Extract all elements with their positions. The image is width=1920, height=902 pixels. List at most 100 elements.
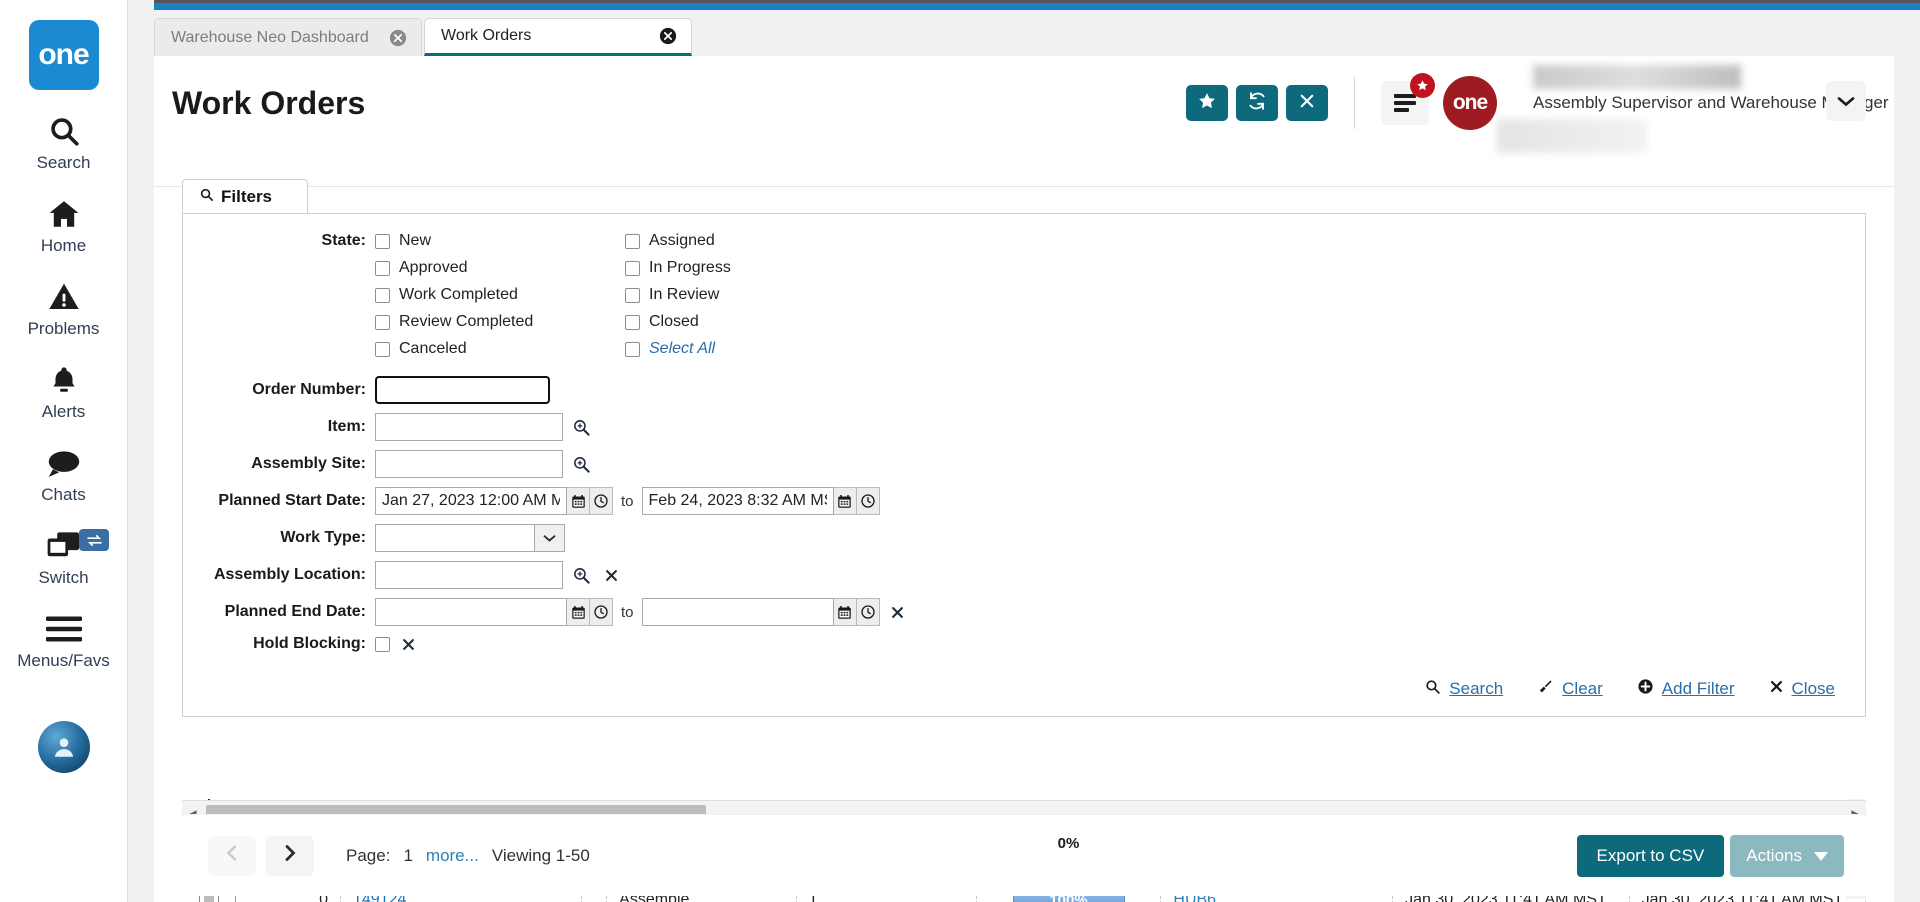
checkbox-state-review-completed[interactable]: Review Completed — [375, 313, 625, 331]
sidebar-item-alerts[interactable]: Alerts — [0, 361, 127, 422]
checkbox-state-in-progress[interactable]: In Progress — [625, 259, 875, 277]
checkbox-state-assigned[interactable]: Assigned — [625, 232, 875, 250]
checkbox-state-work-completed[interactable]: Work Completed — [375, 286, 625, 304]
sidebar-item-chats[interactable]: Chats — [0, 444, 127, 505]
checkbox-label: In Review — [649, 286, 719, 304]
chevron-down-icon[interactable] — [535, 524, 565, 552]
page-card: Work Orders — [154, 56, 1894, 186]
calendar-icon[interactable] — [834, 487, 857, 515]
checkbox-icon[interactable] — [375, 261, 390, 276]
filter-row-planned-end-date: Planned End Date: to — [205, 598, 1843, 626]
favorite-button[interactable] — [1186, 85, 1228, 121]
clock-icon[interactable] — [590, 598, 613, 626]
assembly-site-lookup-icon[interactable] — [569, 455, 593, 474]
page-number[interactable]: 1 — [403, 846, 412, 866]
hamburger-icon — [46, 610, 82, 648]
hold-blocking-checkbox[interactable] — [375, 637, 390, 652]
planned-start-date-from-input[interactable] — [375, 487, 567, 515]
left-navigation-rail: one Search Home Problems Alerts — [0, 0, 128, 902]
brand-logo[interactable]: one — [1443, 76, 1497, 130]
filter-add-filter-link[interactable]: Add Filter — [1637, 678, 1735, 700]
close-icon[interactable] — [389, 29, 407, 47]
app-logo[interactable]: one — [29, 20, 99, 90]
planned-start-date-to-input[interactable] — [642, 487, 834, 515]
checkbox-state-in-review[interactable]: In Review — [625, 286, 875, 304]
remove-hold-blocking-filter-icon[interactable] — [396, 637, 420, 652]
remove-assembly-location-filter-icon[interactable] — [599, 568, 623, 583]
state-column-right: Assigned In Progress In Review — [625, 232, 875, 367]
avatar[interactable] — [38, 721, 90, 773]
remove-planned-end-date-filter-icon[interactable] — [886, 605, 910, 620]
refresh-button[interactable] — [1236, 85, 1278, 121]
sidebar-item-problems[interactable]: Problems — [0, 278, 127, 339]
sidebar-item-switch[interactable]: Switch — [0, 527, 127, 588]
plus-circle-icon — [1637, 678, 1654, 700]
actions-button[interactable]: Actions — [1730, 835, 1844, 877]
close-page-button[interactable] — [1286, 85, 1328, 121]
close-icon — [1298, 92, 1316, 115]
checkbox-icon[interactable] — [375, 234, 390, 249]
select-all-link[interactable]: Select All — [649, 340, 715, 358]
calendar-icon[interactable] — [567, 487, 590, 515]
checkbox-icon[interactable] — [375, 288, 390, 303]
checkbox-state-closed[interactable]: Closed — [625, 313, 875, 331]
previous-page-button[interactable] — [208, 836, 256, 876]
filter-action-links: Search Clear Add Filter — [205, 662, 1843, 706]
checkbox-icon[interactable] — [625, 315, 640, 330]
sidebar-item-menus-favs[interactable]: Menus/Favs — [0, 610, 127, 671]
more-pages-link[interactable]: more... — [426, 846, 479, 866]
filter-close-link[interactable]: Close — [1769, 679, 1835, 699]
filter-search-link[interactable]: Search — [1424, 678, 1503, 700]
page-label: Page: — [346, 846, 390, 866]
checkbox-state-select-all[interactable]: Select All — [625, 340, 875, 358]
search-icon — [1424, 678, 1441, 700]
checkbox-icon[interactable] — [625, 234, 640, 249]
export-to-csv-button[interactable]: Export to CSV — [1577, 835, 1725, 877]
footer-buttons: Export to CSV Actions — [1577, 835, 1844, 877]
filter-clear-link[interactable]: Clear — [1537, 678, 1603, 700]
calendar-icon[interactable] — [567, 598, 590, 626]
switch-toggle-badge[interactable] — [79, 529, 109, 551]
assembly-site-input[interactable] — [375, 450, 563, 478]
tab-warehouse-neo-dashboard[interactable]: Warehouse Neo Dashboard — [154, 18, 422, 56]
checkbox-state-new[interactable]: New — [375, 232, 625, 250]
checkbox-state-canceled[interactable]: Canceled — [375, 340, 625, 358]
user-profile-box[interactable]: Assembly Supervisor and Warehouse Manage… — [1497, 57, 1872, 149]
x-icon — [1769, 679, 1784, 699]
close-icon[interactable] — [659, 27, 677, 45]
item-lookup-icon[interactable] — [569, 418, 593, 437]
planned-start-from-pickers — [567, 487, 613, 515]
checkbox-state-approved[interactable]: Approved — [375, 259, 625, 277]
chevron-down-icon[interactable] — [1826, 81, 1866, 121]
checkbox-icon[interactable] — [375, 342, 390, 357]
tab-work-orders[interactable]: Work Orders — [424, 18, 692, 56]
planned-end-to-pickers — [834, 598, 880, 626]
notifications-menu-button[interactable] — [1381, 81, 1429, 125]
planned-end-date-from-input[interactable] — [375, 598, 567, 626]
tab-filters[interactable]: Filters — [182, 179, 308, 213]
checkbox-icon[interactable] — [625, 342, 640, 357]
calendar-icon[interactable] — [834, 598, 857, 626]
sidebar-item-home[interactable]: Home — [0, 195, 127, 256]
assembly-location-lookup-icon[interactable] — [569, 566, 593, 585]
search-icon — [47, 112, 81, 150]
next-page-button[interactable] — [266, 836, 314, 876]
clock-icon[interactable] — [857, 487, 880, 515]
item-input[interactable] — [375, 413, 563, 441]
order-number-input[interactable] — [375, 376, 550, 404]
clock-icon[interactable] — [857, 598, 880, 626]
actions-label: Actions — [1746, 846, 1802, 866]
planned-end-from-pickers — [567, 598, 613, 626]
clock-icon[interactable] — [590, 487, 613, 515]
work-type-select[interactable] — [375, 524, 565, 552]
work-type-input[interactable] — [375, 524, 535, 552]
checkbox-icon[interactable] — [625, 288, 640, 303]
bell-icon — [48, 361, 80, 399]
checkbox-label: Assigned — [649, 232, 715, 250]
filter-label-assembly-location: Assembly Location: — [205, 566, 375, 584]
sidebar-item-search[interactable]: Search — [0, 112, 127, 173]
checkbox-icon[interactable] — [625, 261, 640, 276]
checkbox-icon[interactable] — [375, 315, 390, 330]
assembly-location-input[interactable] — [375, 561, 563, 589]
planned-end-date-to-input[interactable] — [642, 598, 834, 626]
